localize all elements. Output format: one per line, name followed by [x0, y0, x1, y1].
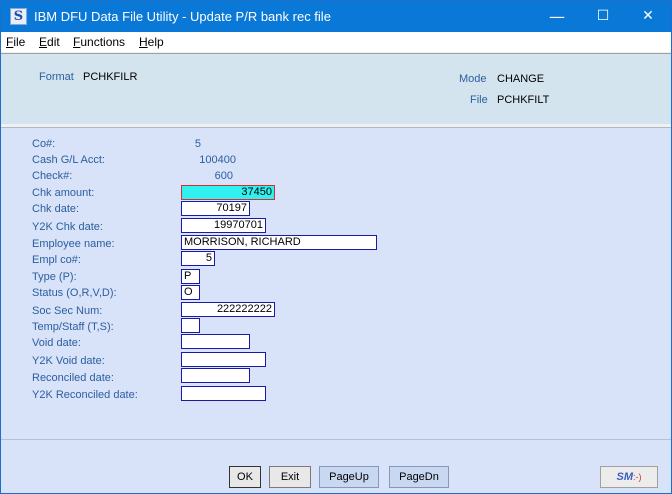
employee-name-input[interactable]: MORRISON, RICHARD	[181, 235, 377, 250]
file-value: PCHKFILT	[497, 94, 550, 106]
label-empl-co: Empl co#:	[32, 254, 81, 266]
key-label-cash-gl-acct: Cash G/L Acct:	[32, 154, 105, 166]
sm-logo-icon: SM:-)	[600, 466, 658, 488]
maximize-icon[interactable]: ☐	[580, 1, 626, 32]
chk-date-input[interactable]: 70197	[181, 201, 250, 216]
menu-file-rest: ile	[13, 35, 26, 49]
type-input[interactable]: P	[181, 269, 200, 284]
app-icon: S	[10, 8, 27, 25]
menu-edit-rest: dit	[47, 35, 60, 49]
menu-functions[interactable]: Functions	[73, 35, 125, 49]
page-up-button[interactable]: PageUp	[319, 466, 379, 488]
ok-button[interactable]: OK	[229, 466, 261, 488]
label-type: Type (P):	[32, 271, 77, 283]
window-title: IBM DFU Data File Utility - Update P/R b…	[34, 9, 331, 24]
key-value-cash-gl-acct: 100400	[199, 154, 236, 166]
void-date-input[interactable]	[181, 334, 250, 349]
menu-file[interactable]: File	[6, 35, 25, 49]
minimize-icon[interactable]: —	[534, 1, 580, 32]
label-temp-staff: Temp/Staff (T,S):	[32, 321, 114, 333]
header-panel: Format PCHKFILR Mode CHANGE File PCHKFIL…	[1, 53, 671, 124]
label-void-date: Void date:	[32, 337, 81, 349]
label-chk-amount: Chk amount:	[32, 187, 95, 199]
menu-bar: File Edit Functions Help	[1, 32, 671, 52]
mode-value: CHANGE	[497, 73, 545, 85]
page-down-button[interactable]: PageDn	[389, 466, 449, 488]
label-status: Status (O,R,V,D):	[32, 287, 117, 299]
key-value-check: 600	[214, 170, 233, 182]
temp-staff-input[interactable]	[181, 318, 200, 333]
title-bar[interactable]: S IBM DFU Data File Utility - Update P/R…	[1, 1, 671, 32]
key-label-co: Co#:	[32, 138, 56, 150]
format-value: PCHKFILR	[83, 71, 138, 83]
menu-help-rest: elp	[147, 35, 164, 49]
menu-functions-rest: unctions	[80, 35, 126, 49]
format-label: Format	[39, 71, 74, 83]
label-soc-sec-num: Soc Sec Num:	[32, 305, 103, 317]
label-y2k-reconciled-date: Y2K Reconciled date:	[32, 389, 138, 401]
record-form: Co#: 5 Cash G/L Acct: 100400 Check#: 600…	[1, 127, 671, 439]
label-y2k-void-date: Y2K Void date:	[32, 355, 105, 367]
soc-sec-num-input[interactable]: 222222222	[181, 302, 275, 317]
close-icon[interactable]: ✕	[625, 1, 671, 32]
mode-label: Mode	[459, 73, 487, 85]
y2k-chk-date-input[interactable]: 19970701	[181, 218, 266, 233]
label-employee-name: Employee name:	[32, 238, 115, 250]
label-reconciled-date: Reconciled date:	[32, 372, 114, 384]
y2k-reconciled-date-input[interactable]	[181, 386, 266, 401]
sm-logo-face: :-)	[633, 472, 642, 482]
file-label: File	[470, 94, 488, 106]
sm-logo-text: SM	[616, 471, 634, 483]
exit-button[interactable]: Exit	[269, 466, 311, 488]
reconciled-date-input[interactable]	[181, 368, 250, 383]
status-input[interactable]: O	[181, 285, 200, 300]
label-y2k-chk-date: Y2K Chk date:	[32, 221, 103, 233]
chk-amount-input[interactable]: 37450	[181, 185, 275, 200]
button-bar: OK Exit PageUp PageDn SM:-)	[1, 439, 671, 493]
empl-co-input[interactable]: 5	[181, 251, 215, 266]
key-value-co: 5	[194, 138, 201, 150]
y2k-void-date-input[interactable]	[181, 352, 266, 367]
main-window: S IBM DFU Data File Utility - Update P/R…	[0, 0, 672, 494]
menu-edit[interactable]: Edit	[39, 35, 60, 49]
label-chk-date: Chk date:	[32, 203, 80, 215]
key-label-check: Check#:	[32, 170, 73, 182]
menu-help[interactable]: Help	[139, 35, 164, 49]
menu-help-mnemonic: H	[139, 35, 148, 49]
menu-edit-mnemonic: E	[39, 35, 48, 49]
